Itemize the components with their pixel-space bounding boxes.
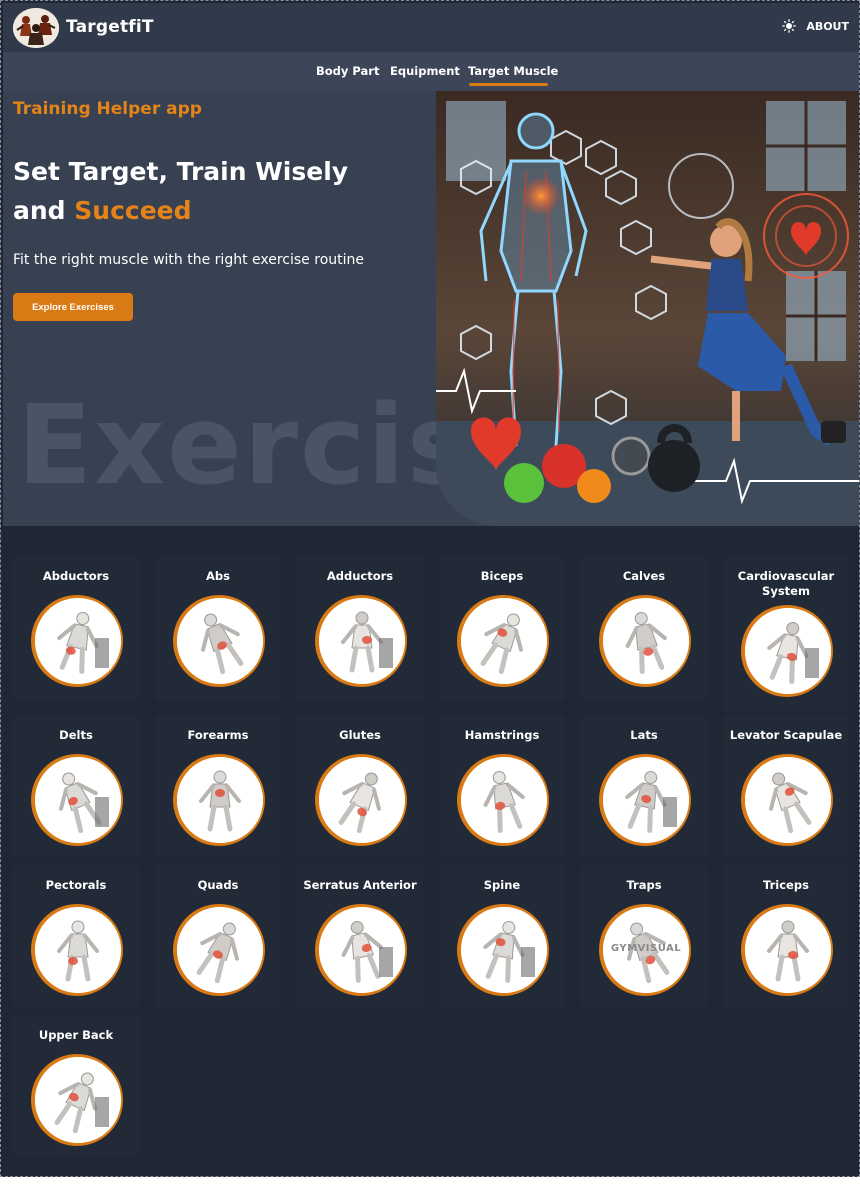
about-label[interactable]: ABOUT	[806, 20, 849, 33]
exercise-thumbnail[interactable]	[31, 1054, 123, 1146]
muscle-card-forearms[interactable]: Forearms	[155, 715, 281, 857]
muscle-card-label[interactable]: Cardiovascular System	[723, 569, 849, 599]
hero-headline-accent: Succeed	[74, 196, 192, 225]
exercise-thumbnail[interactable]	[599, 754, 691, 846]
muscle-card-biceps[interactable]: Biceps	[439, 556, 565, 701]
exercise-figure-image	[745, 757, 831, 843]
muscle-card-label[interactable]: Quads	[155, 878, 281, 893]
exercise-thumbnail[interactable]	[31, 595, 123, 687]
about-link[interactable]: ABOUT	[782, 19, 849, 33]
exercise-figure-image	[177, 598, 263, 684]
muscle-card-label[interactable]: Triceps	[723, 878, 849, 893]
exercise-thumbnail[interactable]	[457, 754, 549, 846]
muscle-card-label[interactable]: Glutes	[297, 728, 423, 743]
muscle-card-levator-scapulae[interactable]: Levator Scapulae	[723, 715, 849, 857]
muscle-card-triceps[interactable]: Triceps	[723, 865, 849, 1007]
app-logo[interactable]	[13, 8, 59, 48]
muscle-card-quads[interactable]: Quads	[155, 865, 281, 1007]
exercise-figure-image	[319, 598, 405, 684]
muscle-card-label[interactable]: Spine	[439, 878, 565, 893]
hero-headline-line1: Set Target, Train Wisely	[13, 157, 349, 186]
exercise-thumbnail[interactable]	[457, 595, 549, 687]
muscle-card-upper-back[interactable]: Upper Back	[13, 1015, 139, 1157]
nav-item-equipment[interactable]: Equipment	[390, 64, 460, 78]
muscle-card-abs[interactable]: Abs	[155, 556, 281, 701]
muscle-card-label[interactable]: Forearms	[155, 728, 281, 743]
gymvisual-watermark: GYMVISUAL	[610, 943, 682, 954]
exercise-figure-image	[745, 608, 831, 694]
exercise-thumbnail[interactable]	[31, 754, 123, 846]
muscle-card-serratus-anterior[interactable]: Serratus Anterior	[297, 865, 423, 1007]
hero-section: Exercise Training Helper app Set Target,…	[3, 91, 859, 526]
exercise-thumbnail[interactable]	[741, 904, 833, 996]
muscle-card-label[interactable]: Hamstrings	[439, 728, 565, 743]
muscle-card-label[interactable]: Pectorals	[13, 878, 139, 893]
app-frame: TargetfiT ABOUT Body Part Equipment Targ…	[0, 0, 860, 1177]
exercise-figure-image	[461, 598, 547, 684]
exercise-thumbnail[interactable]	[315, 595, 407, 687]
exercise-thumbnail[interactable]	[457, 904, 549, 996]
muscle-card-label[interactable]: Biceps	[439, 569, 565, 584]
exercise-figure-image	[603, 757, 689, 843]
category-nav: Body Part Equipment Target Muscle	[3, 52, 859, 91]
nav-item-target-muscle[interactable]: Target Muscle	[468, 64, 558, 78]
exercise-figure-image	[319, 757, 405, 843]
hero-headline: Set Target, Train Wisely and Succeed	[13, 152, 348, 230]
exercise-figure-image	[745, 907, 831, 993]
exercise-thumbnail[interactable]	[173, 754, 265, 846]
nav-item-body-part[interactable]: Body Part	[316, 64, 379, 78]
app-name[interactable]: TargetfiT	[66, 17, 154, 37]
hero-eyebrow: Training Helper app	[13, 99, 202, 119]
exercise-figure-image	[461, 757, 547, 843]
exercise-figure-image	[35, 1057, 121, 1143]
exercise-thumbnail[interactable]	[741, 754, 833, 846]
exercise-thumbnail[interactable]	[173, 904, 265, 996]
exercise-figure-image	[319, 907, 405, 993]
muscle-card-label[interactable]: Abs	[155, 569, 281, 584]
exercise-thumbnail[interactable]	[173, 595, 265, 687]
exercise-thumbnail[interactable]	[599, 595, 691, 687]
exercise-figure-image	[177, 757, 263, 843]
hero-image	[436, 91, 859, 526]
explore-exercises-button[interactable]: Explore Exercises	[13, 293, 133, 321]
sun-icon[interactable]	[782, 19, 797, 33]
muscle-card-label[interactable]: Adductors	[297, 569, 423, 584]
muscle-card-pectorals[interactable]: Pectorals	[13, 865, 139, 1007]
muscle-card-label[interactable]: Abductors	[13, 569, 139, 584]
exercise-figure-image	[35, 757, 121, 843]
muscle-card-label[interactable]: Delts	[13, 728, 139, 743]
hero-headline-line2: and	[13, 196, 75, 225]
muscle-card-cardiovascular-system[interactable]: Cardiovascular System	[723, 556, 849, 711]
muscle-card-label[interactable]: Lats	[581, 728, 707, 743]
muscle-card-label[interactable]: Traps	[581, 878, 707, 893]
muscle-card-label[interactable]: Calves	[581, 569, 707, 584]
hero-subtitle: Fit the right muscle with the right exer…	[13, 252, 364, 268]
muscle-card-delts[interactable]: Delts	[13, 715, 139, 857]
exercise-thumbnail[interactable]	[315, 754, 407, 846]
active-tab-indicator	[469, 83, 548, 86]
muscle-card-abductors[interactable]: Abductors	[13, 556, 139, 701]
exercise-figure-image	[35, 907, 121, 993]
exercise-figure-image	[177, 907, 263, 993]
exercise-figure-image	[35, 598, 121, 684]
muscle-card-spine[interactable]: Spine	[439, 865, 565, 1007]
exercise-figure-image	[603, 598, 689, 684]
muscle-card-hamstrings[interactable]: Hamstrings	[439, 715, 565, 857]
muscle-card-label[interactable]: Upper Back	[13, 1028, 139, 1043]
exercise-thumbnail[interactable]	[315, 904, 407, 996]
top-bar: TargetfiT ABOUT	[3, 3, 859, 52]
muscle-card-calves[interactable]: Calves	[581, 556, 707, 701]
muscle-card-traps[interactable]: Traps GYMVISUAL	[581, 865, 707, 1007]
muscle-card-label[interactable]: Serratus Anterior	[297, 878, 423, 893]
exercise-thumbnail[interactable]: GYMVISUAL	[599, 904, 691, 996]
muscle-card-label[interactable]: Levator Scapulae	[723, 728, 849, 743]
exercise-figure-image	[461, 907, 547, 993]
muscle-card-glutes[interactable]: Glutes	[297, 715, 423, 857]
muscle-card-lats[interactable]: Lats	[581, 715, 707, 857]
muscle-card-adductors[interactable]: Adductors	[297, 556, 423, 701]
exercise-thumbnail[interactable]	[31, 904, 123, 996]
exercise-thumbnail[interactable]	[741, 605, 833, 697]
